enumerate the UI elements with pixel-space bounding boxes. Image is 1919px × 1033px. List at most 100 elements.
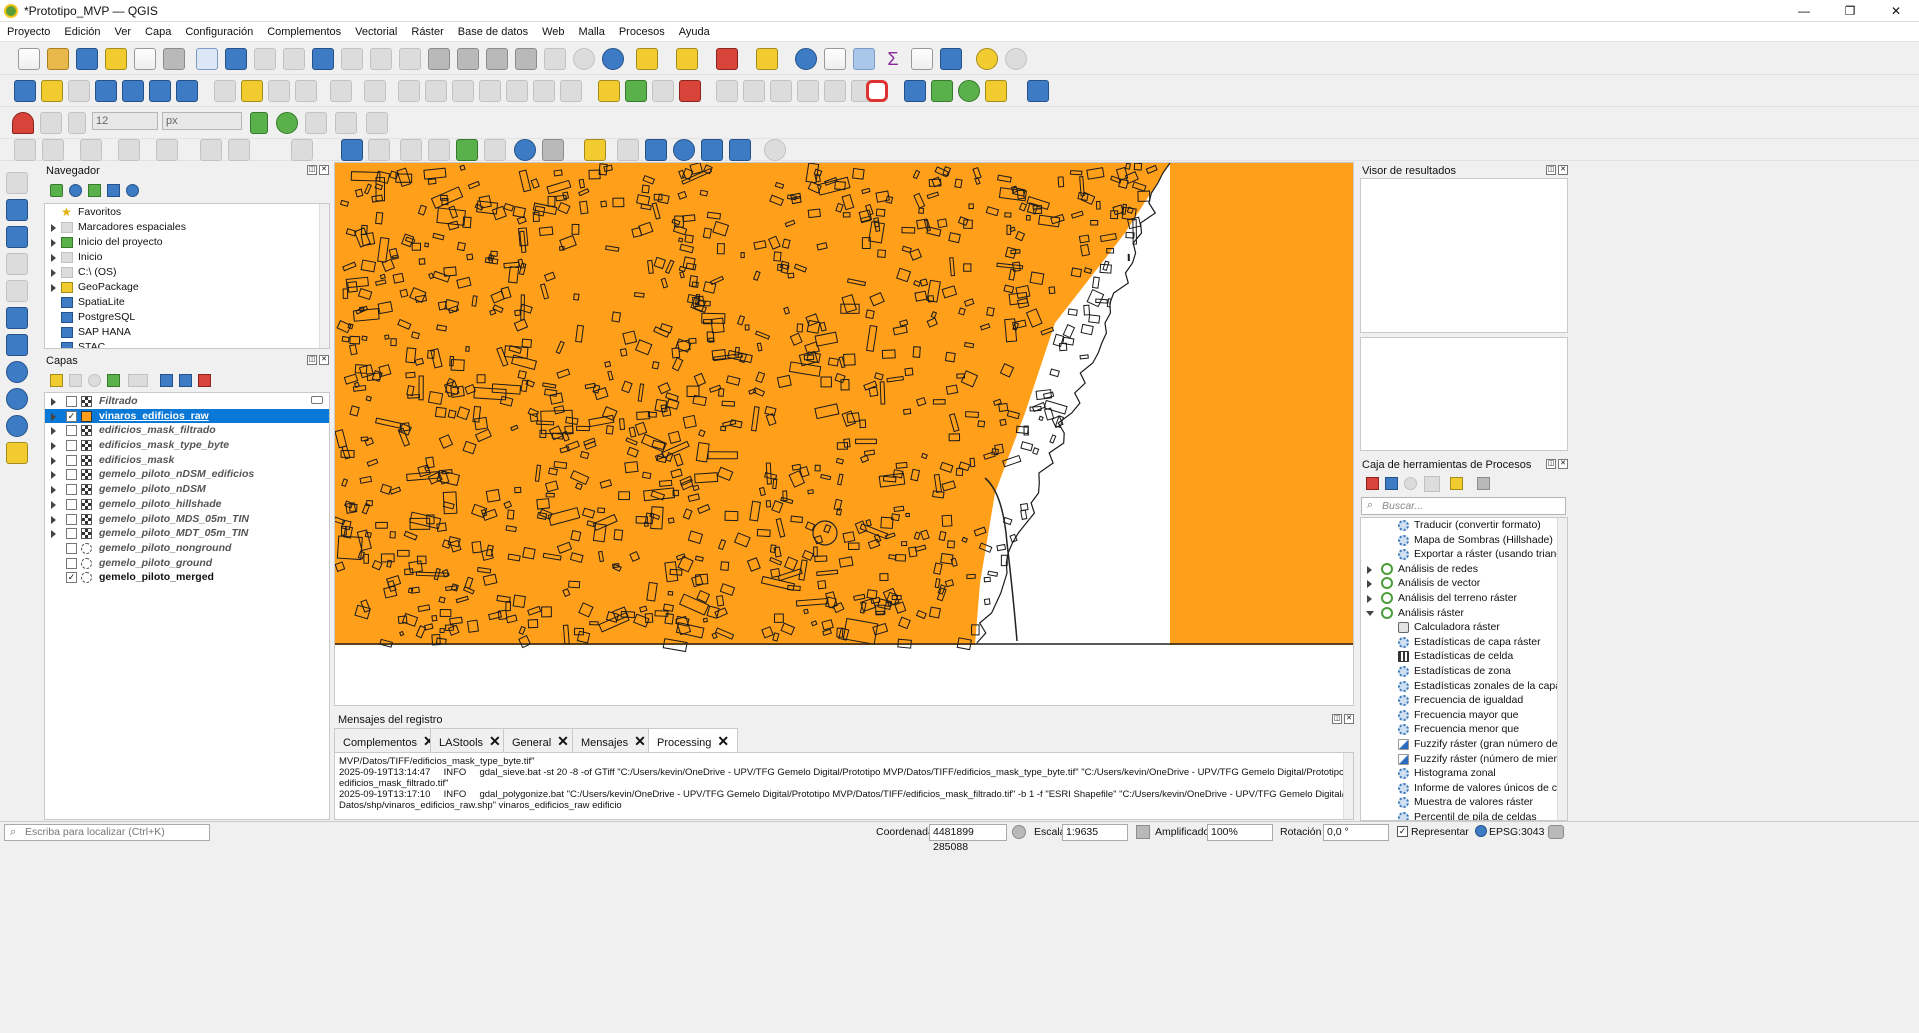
label-tool-icon[interactable] — [598, 80, 620, 102]
options-wrench-icon[interactable] — [1477, 477, 1490, 490]
expand-arrow-icon[interactable] — [1367, 565, 1372, 574]
data-source-manager-icon[interactable] — [14, 80, 36, 102]
expand-arrow-icon[interactable] — [51, 269, 56, 277]
toolbox-algorithm[interactable]: Informe de valores únicos de cap… — [1361, 781, 1567, 796]
snap-type-icon[interactable] — [68, 112, 86, 134]
menu-complementos[interactable]: Complementos — [260, 26, 348, 38]
tab-processing[interactable]: Processing ✕ — [648, 728, 739, 752]
layer-visibility-checkbox[interactable] — [66, 425, 77, 437]
wrench-icon[interactable] — [542, 139, 564, 161]
expand-arrow-icon[interactable] — [51, 500, 56, 509]
topological-editing-icon[interactable] — [250, 112, 268, 134]
menu-edicion[interactable]: Edición — [57, 26, 107, 38]
pin-labels-icon[interactable] — [679, 80, 701, 102]
panel-close-icon[interactable]: ✕ — [1558, 165, 1568, 175]
attribute-table-icon[interactable] — [824, 48, 846, 70]
delete-selected-icon[interactable] — [398, 80, 420, 102]
toolbox-algorithm[interactable]: Estadísticas de capa ráster — [1361, 635, 1567, 650]
navigator-item[interactable]: Inicio — [45, 250, 329, 265]
measure-line-icon[interactable] — [584, 139, 606, 161]
rotate-feature-icon[interactable] — [368, 139, 390, 161]
add-part-icon[interactable] — [42, 139, 64, 161]
magnifier-field[interactable]: 100% — [1207, 824, 1273, 841]
models-icon[interactable] — [1366, 477, 1379, 490]
layer-item[interactable]: ✓ vinaros_edificios_raw — [45, 408, 329, 424]
select-by-value-icon[interactable] — [676, 48, 698, 70]
navigator-item[interactable]: SAP HANA — [45, 325, 329, 340]
python-console-icon[interactable] — [904, 80, 926, 102]
layer-visibility-checkbox[interactable] — [66, 454, 77, 466]
toolbox-group[interactable]: Análisis del terreno ráster — [1361, 591, 1567, 606]
move-feature-icon[interactable] — [484, 139, 506, 161]
filter-icon[interactable] — [88, 184, 101, 197]
navigator-item[interactable]: PostgreSQL — [45, 310, 329, 325]
add-wcs-layer-icon[interactable] — [6, 388, 28, 410]
new-project-icon[interactable] — [18, 48, 40, 70]
layer-visibility-checkbox[interactable] — [66, 469, 77, 481]
search-options-icon[interactable] — [1005, 48, 1027, 70]
navigator-item[interactable]: STAC — [45, 340, 329, 348]
collapse-all-icon[interactable] — [179, 374, 192, 387]
zoom-in-icon[interactable] — [254, 48, 276, 70]
panel-float-icon[interactable]: ◫ — [307, 165, 317, 175]
add-wfs-layer-icon[interactable] — [6, 415, 28, 437]
add-group-icon[interactable] — [69, 374, 82, 387]
zoom-last-icon[interactable] — [428, 48, 450, 70]
map-tips-icon[interactable] — [940, 48, 962, 70]
scripts-icon[interactable] — [1385, 477, 1398, 490]
add-mesh-layer-icon[interactable] — [6, 226, 28, 248]
paste-features-icon[interactable] — [506, 80, 528, 102]
menu-proyecto[interactable]: Proyecto — [0, 26, 57, 38]
filter-expression-icon[interactable] — [128, 374, 148, 387]
expand-arrow-icon[interactable] — [51, 398, 56, 406]
menu-procesos[interactable]: Procesos — [612, 26, 672, 38]
settings-gear-icon[interactable] — [764, 139, 786, 161]
expand-arrow-icon[interactable] — [1366, 610, 1374, 616]
bookmark-icon[interactable] — [544, 48, 566, 70]
add-vector-tile-icon[interactable] — [6, 442, 28, 464]
results-viewer-icon[interactable] — [1424, 476, 1440, 492]
offset-curve-icon[interactable] — [200, 139, 222, 161]
tab-close-icon[interactable]: ✕ — [489, 733, 501, 749]
navigator-item[interactable]: ★ Favoritos — [45, 205, 329, 220]
layer-visibility-checkbox[interactable] — [66, 396, 77, 407]
temporal-controller-icon[interactable] — [573, 48, 595, 70]
expand-arrow-icon[interactable] — [51, 471, 56, 480]
help-icon[interactable] — [1027, 80, 1049, 102]
copy-features-icon[interactable] — [479, 80, 501, 102]
vertex-tool-icon[interactable] — [330, 80, 352, 102]
cut-features-icon[interactable] — [452, 80, 474, 102]
add-selected-layers-icon[interactable] — [50, 184, 63, 197]
layer-item[interactable]: gemelo_piloto_nDSM — [45, 482, 329, 497]
move-label-icon[interactable] — [743, 80, 765, 102]
add-ring-icon[interactable] — [14, 139, 36, 161]
add-vector-layer-icon[interactable] — [6, 172, 28, 194]
lock-scale-icon[interactable] — [1136, 825, 1150, 839]
navigator-item[interactable]: Inicio del proyecto — [45, 235, 329, 250]
plugin-swap-icon[interactable] — [958, 80, 980, 102]
panel-close-icon[interactable]: ✕ — [319, 165, 329, 175]
change-label-icon[interactable] — [797, 80, 819, 102]
menu-vectorial[interactable]: Vectorial — [348, 26, 404, 38]
zoom-native-icon[interactable] — [399, 48, 421, 70]
toolbox-algorithm[interactable]: Estadísticas de zona — [1361, 664, 1567, 679]
zoom-to-layer-icon[interactable] — [370, 48, 392, 70]
expand-arrow-icon[interactable] — [1367, 580, 1372, 589]
tab-close-icon[interactable]: ✕ — [717, 733, 729, 749]
new-map-view-icon[interactable] — [486, 48, 508, 70]
zoom-next-icon[interactable] — [457, 48, 479, 70]
expand-arrow-icon[interactable] — [51, 284, 56, 292]
panel-float-icon[interactable]: ◫ — [1546, 165, 1556, 175]
add-wms-layer-icon[interactable] — [6, 361, 28, 383]
render-checkbox[interactable]: ✓ — [1397, 826, 1408, 837]
toggle-editing-icon[interactable] — [241, 80, 263, 102]
tab-close-icon[interactable]: ✕ — [634, 733, 646, 749]
results-list[interactable] — [1360, 178, 1568, 333]
plugin-home-icon[interactable] — [985, 80, 1007, 102]
toolbox-algorithm[interactable]: Traducir (convertir formato) — [1361, 518, 1567, 533]
new-3d-map-icon[interactable] — [515, 48, 537, 70]
menu-configuracion[interactable]: Configuración — [178, 26, 260, 38]
layout-manager-icon[interactable] — [134, 48, 156, 70]
layer-visibility-checkbox[interactable] — [66, 557, 77, 569]
remove-layer-icon[interactable] — [198, 374, 211, 387]
